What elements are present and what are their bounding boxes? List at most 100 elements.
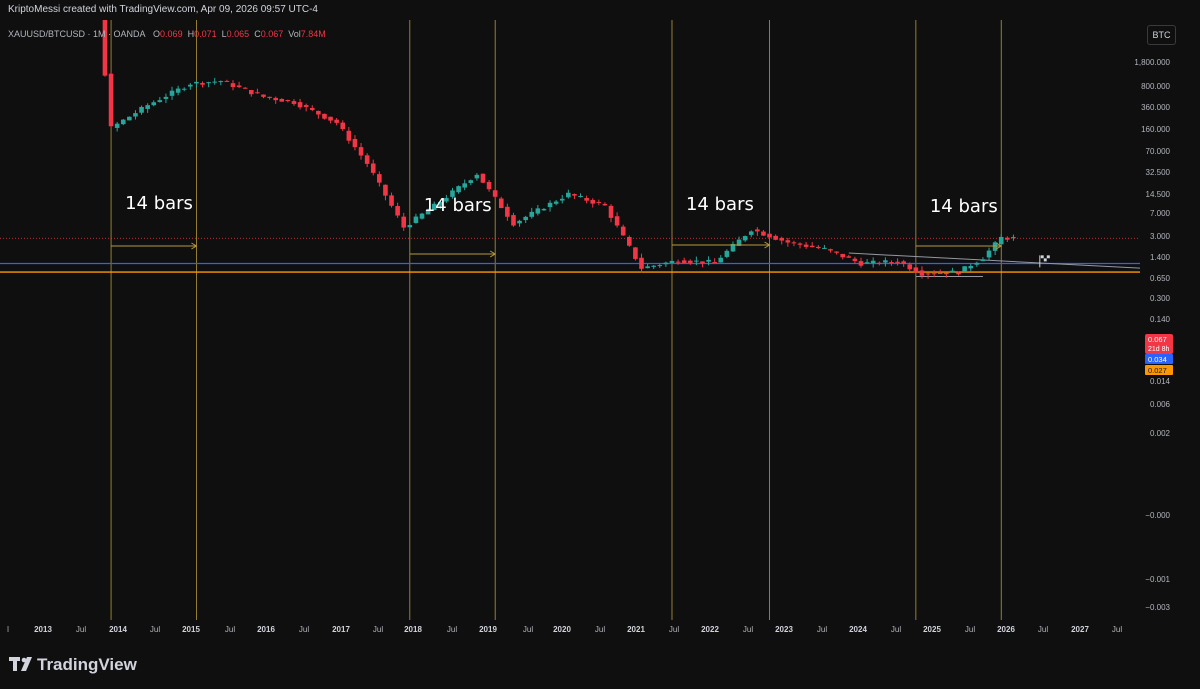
candle[interactable] bbox=[401, 212, 407, 231]
candle[interactable] bbox=[730, 241, 736, 253]
candle[interactable] bbox=[998, 233, 1004, 245]
candle[interactable] bbox=[962, 266, 967, 273]
candle[interactable] bbox=[346, 126, 352, 144]
candle[interactable] bbox=[748, 230, 754, 238]
candle[interactable] bbox=[188, 83, 193, 90]
candle[interactable] bbox=[553, 200, 559, 206]
candle[interactable] bbox=[1011, 234, 1016, 241]
candle[interactable] bbox=[828, 248, 833, 253]
candle[interactable] bbox=[364, 153, 370, 168]
candle[interactable] bbox=[700, 261, 705, 268]
candle[interactable] bbox=[797, 242, 803, 249]
candle[interactable] bbox=[212, 77, 218, 85]
candle[interactable] bbox=[809, 242, 815, 248]
candle[interactable] bbox=[742, 235, 748, 242]
bars-count-label[interactable]: 14 bars bbox=[930, 196, 998, 217]
candle[interactable] bbox=[791, 240, 797, 247]
candle[interactable] bbox=[480, 173, 486, 184]
candle[interactable] bbox=[389, 192, 394, 208]
candle[interactable] bbox=[492, 189, 498, 199]
candle[interactable] bbox=[303, 103, 309, 112]
candle[interactable] bbox=[297, 98, 303, 110]
candle[interactable] bbox=[340, 120, 346, 131]
candle[interactable] bbox=[944, 272, 949, 278]
candle[interactable] bbox=[114, 121, 120, 132]
candle[interactable] bbox=[779, 236, 785, 245]
candle[interactable] bbox=[334, 118, 339, 126]
candle[interactable] bbox=[578, 193, 583, 198]
candle[interactable] bbox=[370, 159, 376, 176]
candle[interactable] bbox=[309, 105, 315, 112]
candle[interactable] bbox=[468, 179, 474, 186]
candle[interactable] bbox=[895, 258, 900, 266]
candle[interactable] bbox=[986, 247, 992, 261]
candle[interactable] bbox=[645, 263, 650, 269]
candle[interactable] bbox=[358, 143, 364, 160]
candle[interactable] bbox=[901, 259, 906, 267]
candle[interactable] bbox=[511, 212, 516, 227]
candle[interactable] bbox=[614, 212, 620, 228]
candle[interactable] bbox=[498, 196, 504, 209]
candle[interactable] bbox=[279, 98, 285, 102]
candle[interactable] bbox=[840, 253, 846, 260]
candle[interactable] bbox=[175, 85, 181, 96]
candle[interactable] bbox=[870, 257, 876, 268]
candle[interactable] bbox=[395, 202, 400, 218]
candle[interactable] bbox=[224, 79, 230, 82]
candle[interactable] bbox=[157, 96, 163, 103]
candle[interactable] bbox=[462, 179, 467, 191]
candle[interactable] bbox=[724, 249, 730, 259]
candle[interactable] bbox=[773, 234, 778, 241]
candle[interactable] bbox=[547, 200, 553, 212]
bars-count-label[interactable]: 14 bars bbox=[686, 194, 754, 215]
candle[interactable] bbox=[133, 110, 138, 120]
candle[interactable] bbox=[566, 189, 571, 199]
candle[interactable] bbox=[242, 86, 248, 89]
candle[interactable] bbox=[139, 105, 144, 115]
candle[interactable] bbox=[864, 258, 870, 264]
candle[interactable] bbox=[846, 254, 852, 258]
candle[interactable] bbox=[822, 244, 827, 249]
candle[interactable] bbox=[517, 219, 522, 227]
trendline[interactable] bbox=[848, 252, 1141, 269]
candle[interactable] bbox=[535, 204, 541, 216]
candle[interactable] bbox=[755, 227, 760, 236]
candle[interactable] bbox=[639, 253, 644, 273]
candle[interactable] bbox=[352, 135, 358, 151]
candle[interactable] bbox=[255, 88, 260, 94]
candle[interactable] bbox=[181, 87, 187, 92]
candle[interactable] bbox=[200, 81, 205, 88]
candle[interactable] bbox=[456, 185, 461, 194]
candle[interactable] bbox=[681, 257, 687, 264]
candle[interactable] bbox=[1005, 236, 1010, 242]
bars-count-label[interactable]: 14 bars bbox=[424, 195, 492, 216]
candle[interactable] bbox=[974, 261, 980, 267]
candle[interactable] bbox=[194, 80, 199, 88]
candle[interactable] bbox=[267, 96, 272, 100]
candle[interactable] bbox=[950, 267, 955, 273]
currency-button[interactable]: BTC bbox=[1147, 25, 1176, 45]
price-chart[interactable]: 14 bars 14 bars 14 bars 14 bars 1,800.000 80… bbox=[0, 20, 1200, 642]
candle[interactable] bbox=[151, 100, 157, 107]
symbol-label[interactable]: XAUUSD/BTCUSD · 1M · OANDA bbox=[8, 29, 146, 39]
range-arrow[interactable] bbox=[409, 250, 497, 258]
candle[interactable] bbox=[413, 213, 419, 224]
candle[interactable] bbox=[572, 193, 577, 199]
candle[interactable] bbox=[486, 179, 492, 192]
candle[interactable] bbox=[761, 230, 766, 236]
candle[interactable] bbox=[858, 257, 864, 268]
candle[interactable] bbox=[127, 116, 132, 121]
candle[interactable] bbox=[803, 241, 809, 249]
candle[interactable] bbox=[291, 99, 297, 106]
bars-count-label[interactable]: 14 bars bbox=[125, 193, 193, 214]
candle[interactable] bbox=[980, 257, 986, 262]
range-arrow[interactable] bbox=[915, 242, 1003, 250]
candle[interactable] bbox=[163, 93, 169, 103]
candle[interactable] bbox=[230, 80, 236, 91]
candle[interactable] bbox=[169, 86, 175, 100]
candle[interactable] bbox=[145, 103, 150, 113]
candle[interactable] bbox=[120, 119, 126, 126]
candle[interactable] bbox=[925, 272, 931, 279]
candle[interactable] bbox=[529, 207, 535, 219]
candle[interactable] bbox=[785, 237, 791, 247]
